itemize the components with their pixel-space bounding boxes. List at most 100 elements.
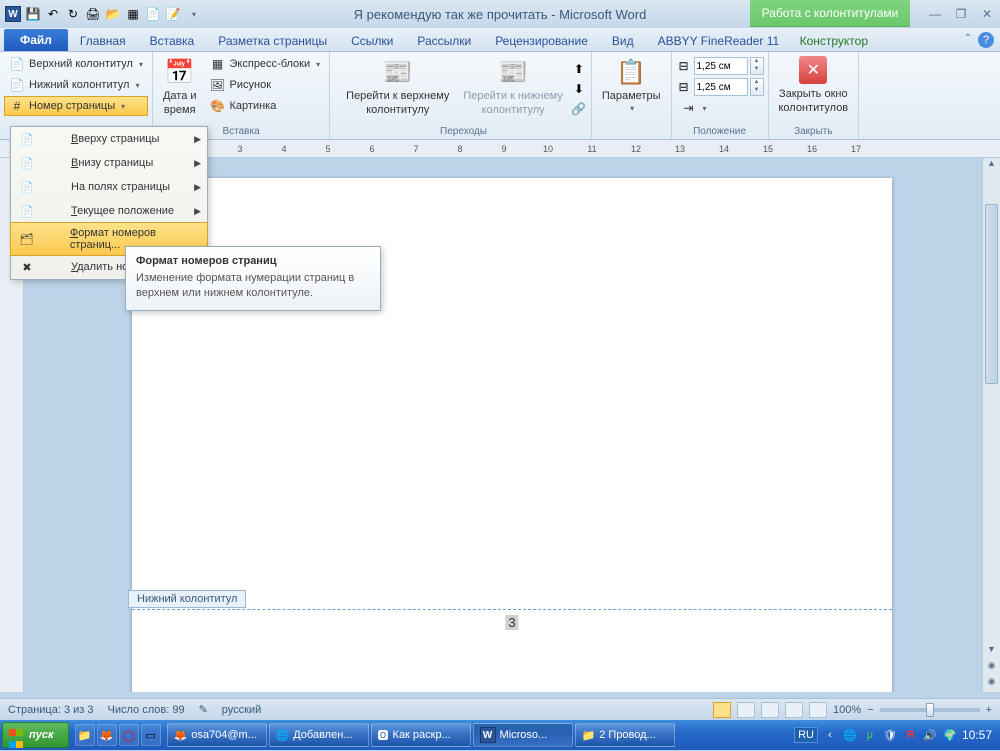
- start-button[interactable]: пуск: [2, 722, 69, 748]
- doc-icon[interactable]: 📝: [164, 5, 182, 23]
- scroll-thumb[interactable]: [985, 204, 998, 384]
- ribbon-group-position: ⊟ ▲▼ ⊟ ▲▼ ⇥ Положение: [672, 52, 769, 139]
- next-section-icon[interactable]: ⬇: [571, 81, 587, 97]
- footer-bottom-spinner[interactable]: ▲▼: [750, 78, 764, 96]
- date-time-button[interactable]: 📅 Дата и время: [157, 54, 203, 124]
- header-top-spinner[interactable]: ▲▼: [750, 57, 764, 75]
- view-print-layout[interactable]: [713, 702, 731, 718]
- insert-alignment-tab[interactable]: ⇥: [676, 98, 764, 118]
- scroll-down-icon[interactable]: ▼: [983, 644, 1000, 660]
- ribbon-minimize-icon[interactable]: ⌃: [964, 33, 972, 44]
- tab-home[interactable]: Главная: [68, 31, 138, 51]
- tray-globe-icon[interactable]: 🌍: [942, 727, 958, 743]
- ql-show-desktop-icon[interactable]: ▭: [141, 724, 161, 746]
- ql-opera-icon[interactable]: ◯: [119, 724, 139, 746]
- tab-file[interactable]: Файл: [4, 29, 68, 51]
- zoom-level[interactable]: 100%: [833, 704, 861, 716]
- tray-network-icon[interactable]: 🌐: [842, 727, 858, 743]
- redo-icon[interactable]: ↻: [64, 5, 82, 23]
- qat-customize-icon[interactable]: [184, 5, 202, 23]
- view-outline[interactable]: [785, 702, 803, 718]
- group-label-position: Положение: [676, 124, 764, 139]
- prev-section-icon[interactable]: ⬆: [571, 61, 587, 77]
- close-window-button[interactable]: ✕: [978, 7, 996, 21]
- taskbar-task-2[interactable]: 🅾Как раскр...: [371, 723, 471, 747]
- maximize-button[interactable]: ❐: [952, 7, 970, 21]
- tray-volume-icon[interactable]: 🔊: [922, 727, 938, 743]
- group-label-navigation: Переходы: [340, 124, 587, 139]
- dropdown-item-1[interactable]: 📄Внизу страницы▶: [11, 151, 207, 175]
- header-top-input[interactable]: [694, 57, 748, 75]
- picture-button[interactable]: 🖼Рисунок: [205, 75, 326, 95]
- link-previous-icon[interactable]: 🔗: [571, 101, 587, 117]
- zoom-in-icon[interactable]: +: [986, 704, 992, 716]
- dropdown-item-0[interactable]: 📄Вверху страницы▶: [11, 127, 207, 151]
- tab-review[interactable]: Рецензирование: [483, 31, 600, 51]
- language-indicator[interactable]: RU: [794, 727, 818, 743]
- tray-shield-icon[interactable]: 🛡: [882, 727, 898, 743]
- header-from-top-field[interactable]: ⊟ ▲▼: [676, 57, 764, 75]
- prev-page-icon[interactable]: ◉: [983, 660, 1000, 676]
- dropdown-item-icon: 🗂: [19, 231, 34, 247]
- taskbar: пуск 📁 🦊 ◯ ▭ 🦊osa704@m...🌐Добавлен...🅾Ка…: [0, 720, 1000, 750]
- help-icon[interactable]: ?: [978, 32, 994, 48]
- status-language[interactable]: русский: [222, 704, 261, 716]
- new-icon[interactable]: ▦: [124, 5, 142, 23]
- clock[interactable]: 10:57: [962, 728, 992, 742]
- tray-utorrent-icon[interactable]: μ: [862, 727, 878, 743]
- system-tray: RU ‹ 🌐 μ 🛡 Я 🔊 🌍 10:57: [794, 727, 998, 743]
- tab-references[interactable]: Ссылки: [339, 31, 405, 51]
- status-wordcount[interactable]: Число слов: 99: [108, 704, 185, 716]
- view-web-layout[interactable]: [761, 702, 779, 718]
- zoom-out-icon[interactable]: −: [867, 704, 873, 716]
- ql-explorer-icon[interactable]: 📁: [75, 724, 95, 746]
- tray-yandex-icon[interactable]: Я: [902, 727, 918, 743]
- tab-insert[interactable]: Вставка: [138, 31, 207, 51]
- options-button[interactable]: 📋 Параметры: [596, 54, 667, 124]
- print-icon[interactable]: 🖨: [84, 5, 102, 23]
- tab-page-layout[interactable]: Разметка страницы: [206, 31, 339, 51]
- taskbar-task-3[interactable]: WMicroso...: [473, 723, 573, 747]
- word-app-icon[interactable]: W: [4, 5, 22, 23]
- window-title: Я рекомендую так же прочитать - Microsof…: [354, 7, 647, 22]
- ql-firefox-icon[interactable]: 🦊: [97, 724, 117, 746]
- tab-abbyy[interactable]: ABBYY FineReader 11: [646, 31, 792, 51]
- clipart-button[interactable]: 🎨Картинка: [205, 96, 326, 116]
- page-icon[interactable]: 📄: [144, 5, 162, 23]
- open-icon[interactable]: 📂: [104, 5, 122, 23]
- header-button[interactable]: 📄Верхний колонтитул: [4, 54, 148, 74]
- tab-constructor[interactable]: Конструктор: [788, 31, 880, 51]
- tooltip-title: Формат номеров страниц: [136, 255, 370, 267]
- taskbar-task-1[interactable]: 🌐Добавлен...: [269, 723, 369, 747]
- close-header-footer-button[interactable]: ✕ Закрыть окно колонтитулов: [773, 54, 855, 124]
- quick-parts-button[interactable]: ▦Экспресс-блоки: [205, 54, 326, 74]
- scroll-up-icon[interactable]: ▲: [983, 158, 1000, 174]
- undo-icon[interactable]: ↶: [44, 5, 62, 23]
- view-full-screen[interactable]: [737, 702, 755, 718]
- taskbar-task-4[interactable]: 📁2 Провод...: [575, 723, 675, 747]
- next-page-icon[interactable]: ◉: [983, 676, 1000, 692]
- minimize-button[interactable]: —: [926, 7, 944, 21]
- status-page[interactable]: Страница: 3 из 3: [8, 704, 94, 716]
- header-position-icon: ⊟: [676, 58, 692, 74]
- tray-expand-icon[interactable]: ‹: [822, 727, 838, 743]
- footer-from-bottom-field[interactable]: ⊟ ▲▼: [676, 78, 764, 96]
- page-number-display[interactable]: 3: [505, 615, 518, 630]
- close-x-icon: ✕: [799, 56, 827, 84]
- taskbar-task-0[interactable]: 🦊osa704@m...: [167, 723, 267, 747]
- dropdown-item-3[interactable]: 📄Текущее положение▶: [11, 199, 207, 223]
- vertical-scrollbar[interactable]: ▲ ▼ ◉ ◉: [982, 158, 1000, 692]
- page-number-button[interactable]: #Номер страницы: [4, 96, 148, 116]
- save-icon[interactable]: 💾: [24, 5, 42, 23]
- status-proof-icon[interactable]: ✎: [199, 703, 208, 716]
- dropdown-item-2[interactable]: 📄На полях страницы▶: [11, 175, 207, 199]
- footer-bottom-input[interactable]: [694, 78, 748, 96]
- zoom-slider[interactable]: [880, 708, 980, 712]
- view-draft[interactable]: [809, 702, 827, 718]
- tab-view[interactable]: Вид: [600, 31, 646, 51]
- footer-button[interactable]: 📄Нижний колонтитул: [4, 75, 148, 95]
- tab-mailings[interactable]: Рассылки: [405, 31, 483, 51]
- dropdown-item-icon: ✖: [19, 259, 35, 275]
- footer-separator: [132, 609, 892, 610]
- goto-header-button[interactable]: 📰 Перейти к верхнему колонтитулу: [340, 54, 455, 124]
